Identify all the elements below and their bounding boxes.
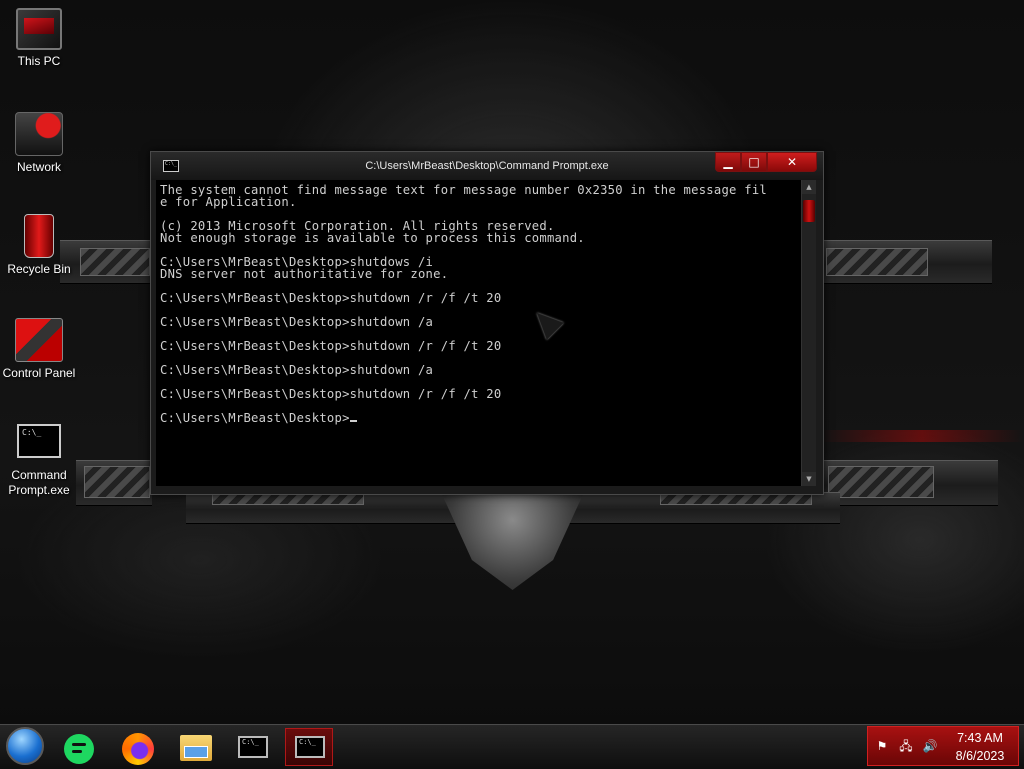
minimize-button[interactable]: ▁ [715, 152, 741, 172]
command-prompt-window[interactable]: C:\_ C:\Users\MrBeast\Desktop\Command Pr… [150, 151, 824, 495]
command-prompt-icon: C:\_ [295, 736, 325, 758]
wallpaper-grille-left [80, 248, 150, 276]
clock-date: 8/6/2023 [955, 749, 1005, 763]
this-pc-icon [16, 8, 62, 50]
vertical-scrollbar[interactable]: ▲ ▼ [801, 180, 816, 486]
wallpaper-grille-lower-left [84, 466, 150, 498]
firefox-icon[interactable] [122, 733, 154, 765]
desktop-icon-label: Recycle Bin [7, 262, 71, 276]
recycle-bin-icon [24, 214, 54, 258]
wallpaper-grille-right [826, 248, 928, 276]
network-icon [15, 112, 63, 156]
network-icon[interactable]: 🖧 [898, 739, 914, 753]
desktop-icon-command-prompt[interactable]: C:\_ Command Prompt.exe [0, 424, 78, 498]
file-explorer-icon[interactable] [180, 735, 212, 761]
wallpaper-mask [440, 490, 585, 590]
wallpaper-red-glow [820, 430, 1024, 442]
desktop-icon-control-panel[interactable]: Control Panel [0, 318, 78, 381]
desktop-icon-label: This PC [17, 54, 61, 68]
command-prompt-taskbar-icon[interactable]: C:\_ [238, 736, 268, 758]
clock[interactable]: 7:43 AM 8/6/2023 [944, 729, 1016, 765]
clock-time: 7:43 AM [957, 731, 1003, 745]
maximize-button[interactable]: □ [741, 152, 767, 172]
desktop-icon-label: Control Panel [2, 366, 76, 380]
desktop-icon-recycle-bin[interactable]: Recycle Bin [0, 214, 78, 277]
spotify-icon[interactable] [64, 734, 94, 764]
scroll-up-button[interactable]: ▲ [802, 180, 816, 194]
volume-icon[interactable]: 🔊 [922, 739, 938, 753]
text-cursor [349, 420, 357, 422]
console-text: The system cannot find message text for … [160, 183, 767, 425]
command-prompt-taskbar-active[interactable]: C:\_ [285, 728, 333, 766]
scroll-thumb[interactable] [803, 200, 815, 222]
desktop-icon-label: Command Prompt.exe [8, 468, 70, 497]
command-prompt-icon: C:\_ [17, 424, 61, 458]
wallpaper-grille-lower-right [828, 466, 934, 498]
action-center-flag-icon[interactable]: ⚑ [874, 739, 890, 753]
console-output[interactable]: The system cannot find message text for … [156, 180, 801, 486]
system-tray: ⚑ 🖧 🔊 7:43 AM 8/6/2023 [867, 726, 1019, 766]
desktop-icon-label: Network [16, 160, 61, 174]
control-panel-icon [15, 318, 63, 362]
close-button[interactable]: ✕ [767, 152, 817, 172]
window-titlebar[interactable]: C:\_ C:\Users\MrBeast\Desktop\Command Pr… [151, 152, 823, 180]
desktop-icon-this-pc[interactable]: This PC [0, 8, 78, 69]
scroll-down-button[interactable]: ▼ [802, 472, 816, 486]
start-button[interactable] [6, 727, 44, 765]
desktop-icon-network[interactable]: Network [0, 112, 78, 175]
